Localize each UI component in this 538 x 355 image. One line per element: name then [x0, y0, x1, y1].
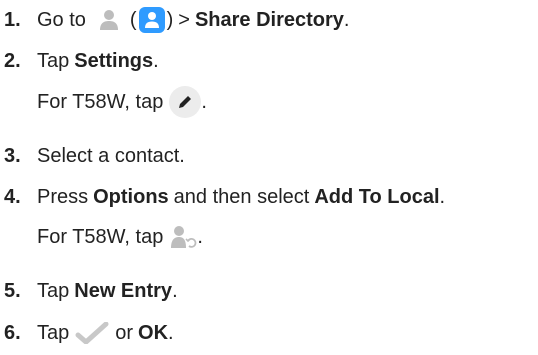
pencil-edit-icon — [169, 86, 202, 118]
instruction-steps: 1. Go to ( ) > Share Directory . 2. Tap … — [0, 0, 538, 355]
step-number: 5. — [4, 279, 21, 302]
step-text: Go to ( ) > Share Directory . — [37, 7, 349, 33]
step-number: 1. — [4, 8, 21, 31]
step-text: Tap Settings . — [37, 49, 159, 72]
contact-sync-icon — [169, 224, 197, 250]
step-number: 2. — [4, 49, 21, 72]
step-number: 4. — [4, 185, 21, 208]
step-4-note: For T58W, tap . — [37, 222, 203, 252]
step-text: Tap New Entry . — [37, 279, 178, 302]
step-text: Press Options and then select Add To Loc… — [37, 185, 446, 208]
contacts-app-icon — [138, 7, 165, 33]
contact-person-icon — [97, 8, 121, 32]
step-text: Select a contact. — [37, 144, 185, 167]
step-number: 3. — [4, 144, 21, 167]
step-text: Tap or OK . — [37, 321, 174, 344]
step-2-note: For T58W, tap . — [37, 86, 207, 118]
checkmark-icon — [75, 322, 109, 344]
step-number: 6. — [4, 321, 21, 344]
